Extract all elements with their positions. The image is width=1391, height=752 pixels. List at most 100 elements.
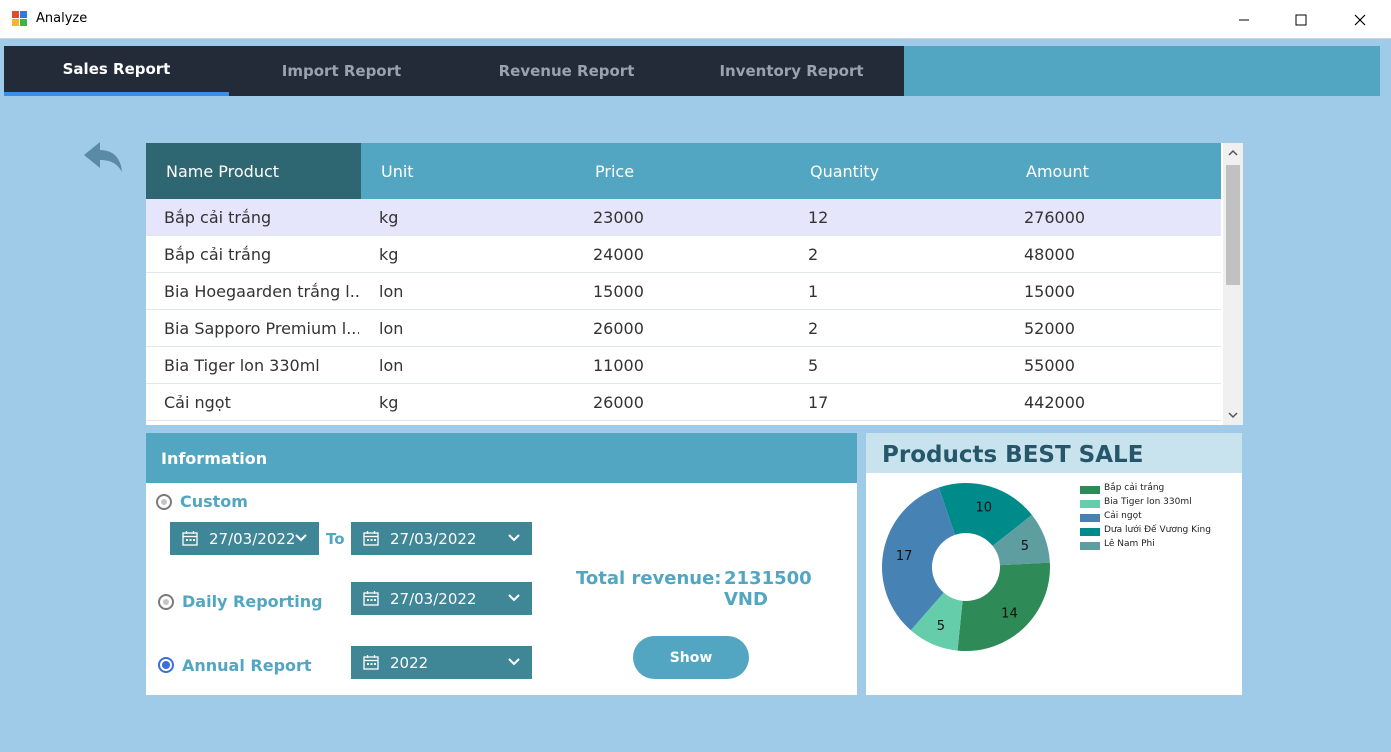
donut-slice-label: 10 [975, 501, 992, 516]
column-header-amount[interactable]: Amount [1026, 143, 1216, 199]
custom-from-date-picker[interactable]: 27/03/2022 [170, 522, 319, 555]
custom-to-date-picker[interactable]: 27/03/2022 [351, 522, 532, 555]
cell-unit: kg [379, 208, 399, 227]
custom-to-date: 27/03/2022 [390, 530, 477, 548]
table-row[interactable]: Bia Sapporo Premium l... lon 26000 2 520… [146, 310, 1221, 347]
cell-price: 11000 [593, 356, 644, 375]
total-revenue-label: Total revenue: [576, 568, 722, 589]
cell-unit: kg [379, 245, 399, 264]
annual-report-radio[interactable] [158, 657, 174, 673]
window-titlebar: Analyze [0, 0, 1391, 39]
cell-unit: lon [379, 356, 404, 375]
tab-inventory-report[interactable]: Inventory Report [679, 46, 904, 96]
calendar-icon [182, 531, 198, 546]
information-header: Information [146, 433, 857, 483]
tab-sales-report[interactable]: Sales Report [4, 46, 229, 96]
legend-item: Dưa lưới Đế Vương King [1080, 525, 1230, 539]
daily-reporting-label[interactable]: Daily Reporting [182, 592, 323, 611]
scroll-thumb[interactable] [1226, 165, 1240, 285]
maximize-button[interactable] [1272, 0, 1330, 39]
calendar-icon [363, 655, 379, 670]
legend-swatch [1080, 542, 1100, 550]
chevron-down-icon [508, 658, 520, 666]
column-header-quantity[interactable]: Quantity [810, 143, 1000, 199]
information-panel: Information Custom 27/03/2022 To 27/03/2… [146, 433, 857, 695]
legend-item: Bắp cải trắng [1080, 483, 1230, 497]
table-row[interactable]: Bắp cải trắng kg 23000 12 276000 [146, 199, 1221, 236]
calendar-icon [363, 531, 379, 546]
cell-unit: lon [379, 319, 404, 338]
show-button[interactable]: Show [633, 636, 749, 679]
report-tabs: Sales Report Import Report Revenue Repor… [4, 46, 1380, 96]
minimize-icon [1239, 19, 1249, 20]
scroll-down-button[interactable] [1223, 405, 1243, 425]
table-row[interactable]: Bắp cải trắng kg 24000 2 48000 [146, 236, 1221, 273]
tab-revenue-report[interactable]: Revenue Report [454, 46, 679, 96]
annual-year: 2022 [390, 654, 429, 672]
cell-name-product: Bia Sapporo Premium l... [164, 319, 359, 338]
cell-quantity: 1 [808, 282, 819, 301]
custom-label[interactable]: Custom [180, 492, 248, 511]
legend-label: Lê Nam Phi [1104, 539, 1155, 549]
table-header: Name Product Unit Price Quantity Amount [146, 143, 1221, 199]
cell-price: 26000 [593, 319, 644, 338]
chevron-down-icon [1228, 412, 1238, 419]
column-header-name-product[interactable]: Name Product [146, 143, 361, 199]
cell-unit: lon [379, 282, 404, 301]
table-row[interactable]: Bia Tiger lon 330ml lon 11000 5 55000 [146, 347, 1221, 384]
legend-item: Lê Nam Phi [1080, 539, 1230, 553]
custom-radio[interactable] [156, 494, 172, 510]
annual-report-label[interactable]: Annual Report [182, 656, 312, 675]
legend-swatch [1080, 528, 1100, 536]
minimize-button[interactable] [1215, 0, 1273, 39]
chevron-up-icon [1228, 149, 1238, 156]
cell-quantity: 5 [808, 356, 819, 375]
daily-reporting-radio[interactable] [158, 594, 174, 610]
table-row[interactable]: Cải ngọt kg 26000 17 442000 [146, 384, 1221, 421]
cell-name-product: Bia Tiger lon 330ml [164, 356, 320, 375]
chevron-down-icon [295, 534, 307, 542]
close-icon [1354, 14, 1366, 25]
cell-amount: 276000 [1024, 208, 1086, 227]
column-header-unit[interactable]: Unit [381, 143, 571, 199]
cell-quantity: 2 [808, 245, 819, 264]
legend-swatch [1080, 486, 1100, 494]
column-header-price[interactable]: Price [595, 143, 785, 199]
cell-amount: 48000 [1024, 245, 1075, 264]
annual-year-picker[interactable]: 2022 [351, 646, 532, 679]
table-row[interactable]: Bia Hoegaarden trắng l... lon 15000 1 15… [146, 273, 1221, 310]
table-scrollbar[interactable] [1223, 143, 1243, 425]
chevron-down-icon [508, 594, 520, 602]
back-arrow-icon[interactable] [82, 140, 126, 176]
cell-quantity: 12 [808, 208, 829, 227]
cell-amount: 15000 [1024, 282, 1075, 301]
cell-name-product: Bia Hoegaarden trắng l... [164, 282, 359, 301]
total-revenue-value: 2131500 VND [724, 568, 812, 610]
legend-swatch [1080, 514, 1100, 522]
tab-import-report[interactable]: Import Report [229, 46, 454, 96]
app-icon [12, 11, 27, 26]
cell-name-product: Bắp cải trắng [164, 245, 272, 264]
close-button[interactable] [1331, 0, 1389, 39]
sales-table: Name Product Unit Price Quantity Amount … [146, 143, 1243, 425]
legend-label: Bắp cải trắng [1104, 483, 1165, 493]
cell-price: 23000 [593, 208, 644, 227]
chevron-down-icon [508, 534, 520, 542]
donut-slice-label: 17 [896, 549, 913, 564]
legend-label: Bia Tiger lon 330ml [1104, 497, 1192, 507]
to-label: To [326, 530, 345, 548]
scroll-up-button[interactable] [1223, 143, 1243, 163]
window-title: Analyze [36, 11, 88, 26]
legend-label: Dưa lưới Đế Vương King [1104, 525, 1211, 535]
cell-quantity: 17 [808, 393, 829, 412]
custom-from-date: 27/03/2022 [209, 530, 296, 548]
daily-date: 27/03/2022 [390, 590, 477, 608]
legend-swatch [1080, 500, 1100, 508]
cell-price: 24000 [593, 245, 644, 264]
cell-name-product: Bắp cải trắng [164, 208, 272, 227]
donut-chart: 10 5 14 5 17 [882, 483, 1050, 651]
chart-legend: Bắp cải trắng Bia Tiger lon 330ml Cải ngọt… [1080, 483, 1230, 553]
legend-label: Cải ngọt [1104, 511, 1142, 521]
daily-date-picker[interactable]: 27/03/2022 [351, 582, 532, 615]
donut-slice-label: 5 [1021, 539, 1029, 554]
